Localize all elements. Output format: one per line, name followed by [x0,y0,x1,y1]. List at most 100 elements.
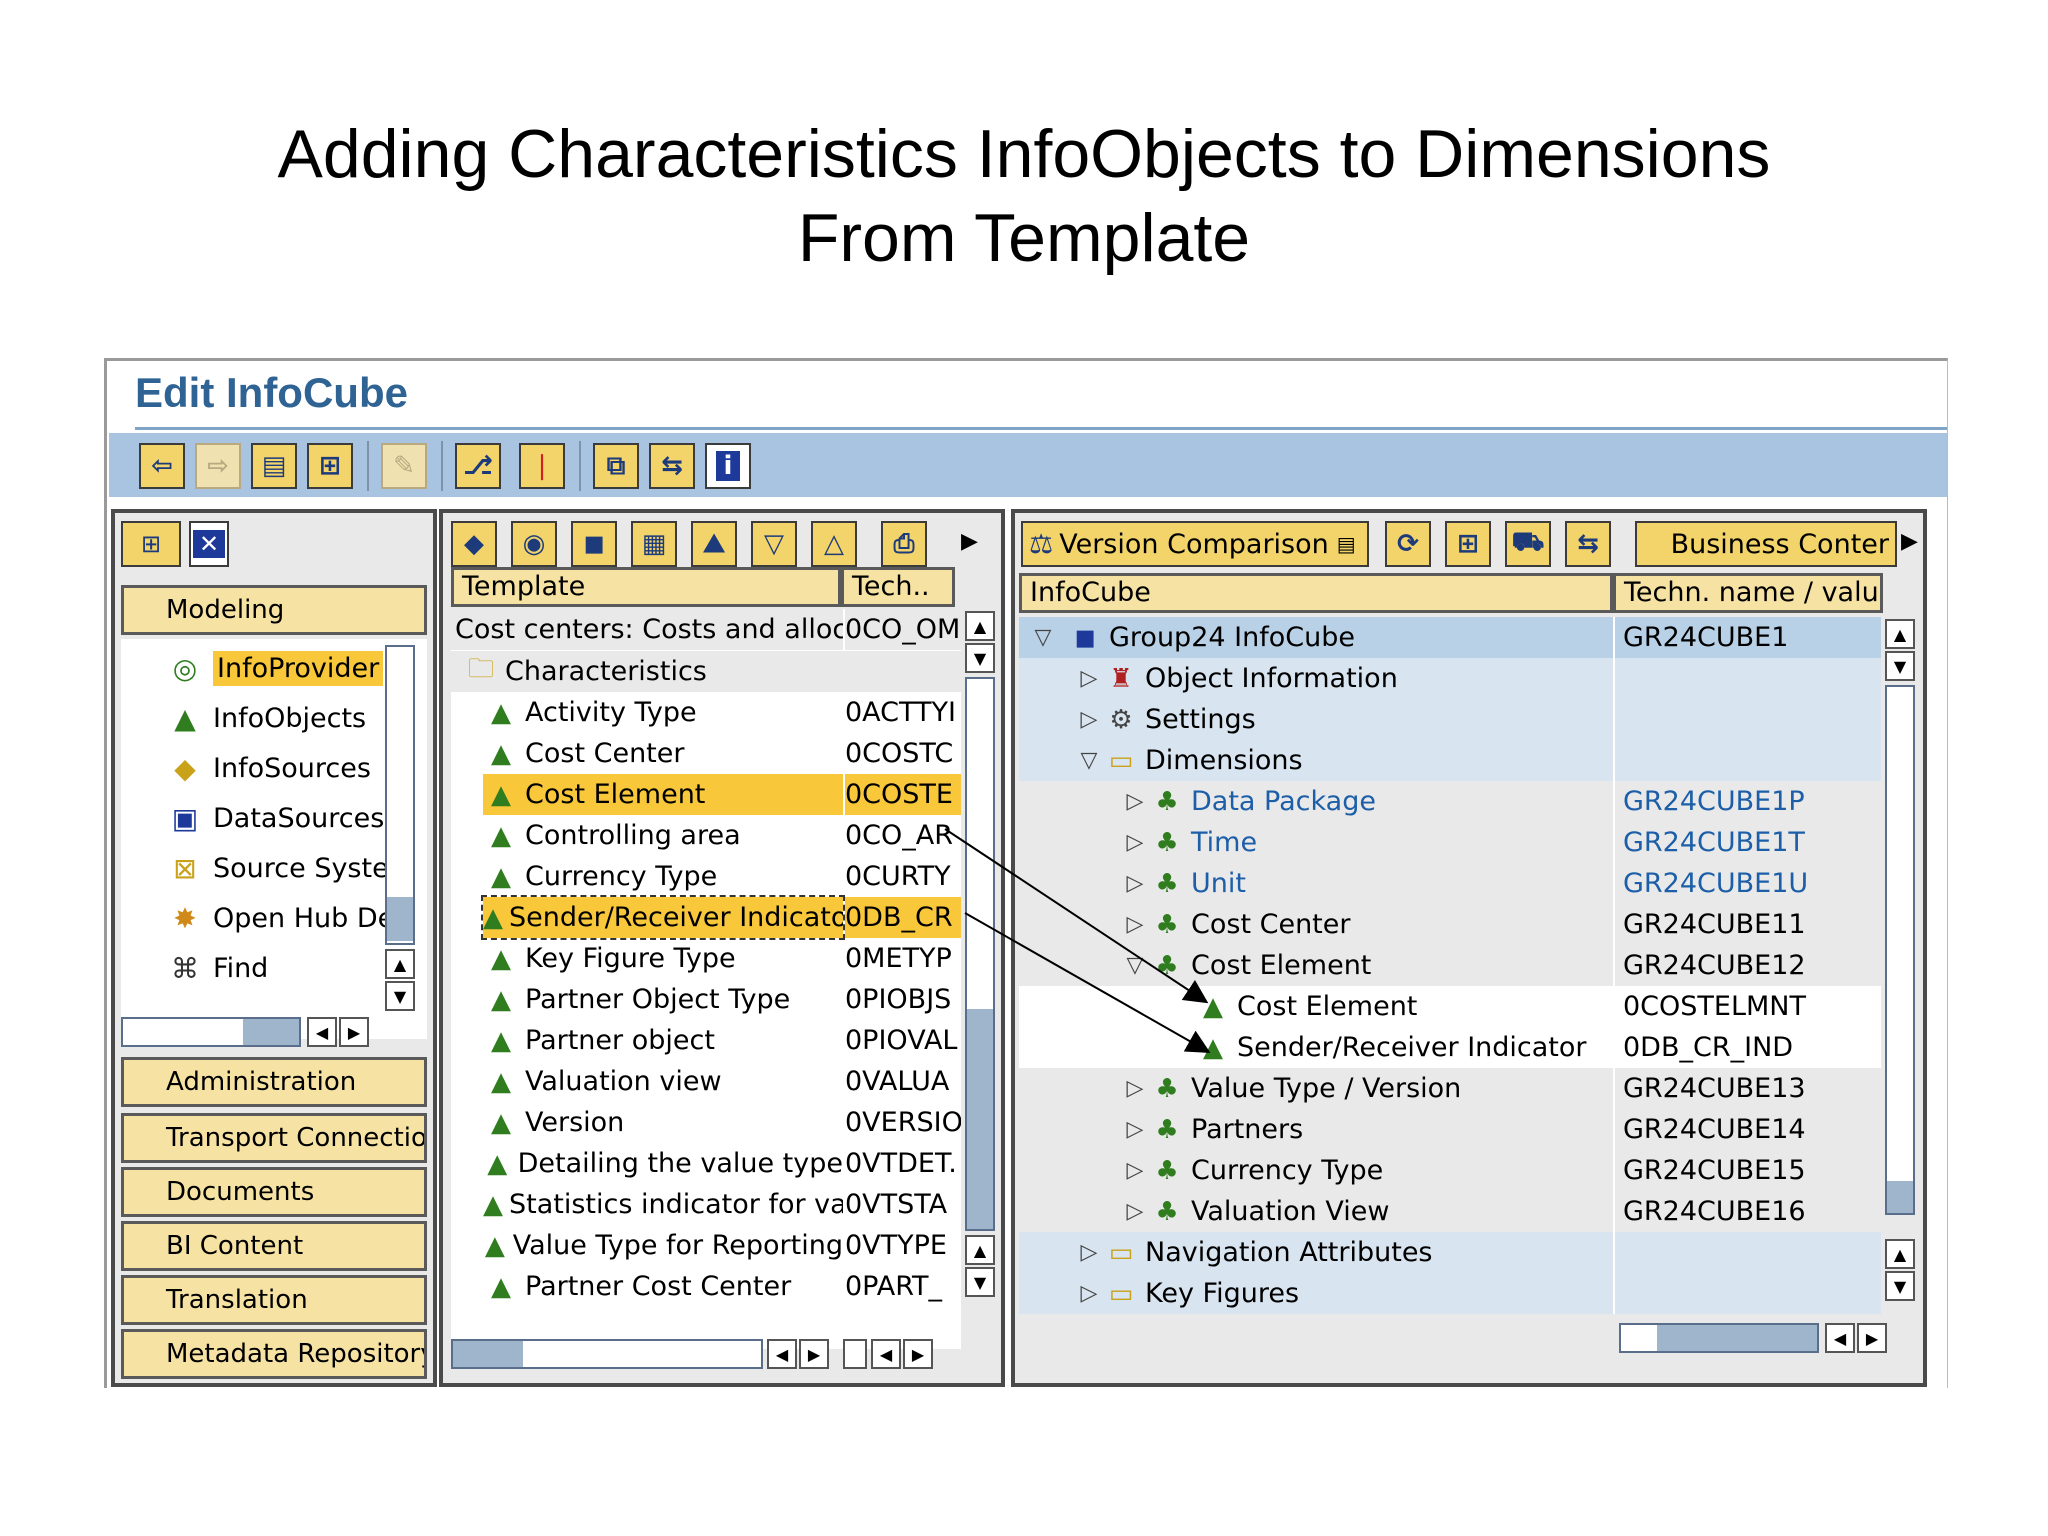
dimension-row[interactable]: ▷ ♣ Data Package [1121,781,1611,822]
forward-arrow-icon[interactable]: ⇨ [195,443,241,489]
nav-item-open-hub[interactable]: ✸ Open Hub De [165,897,394,939]
dimension-row-expanded[interactable]: ▽ ♣ Cost Element [1121,945,1611,986]
infocube-root-row[interactable]: ▽ ◼ Group24 InfoCube [1029,617,1609,658]
grid-icon[interactable]: ▦ [631,521,677,567]
scroll-up-icon[interactable]: ▲ [965,611,995,641]
scroll-down-icon[interactable]: ▼ [1885,1271,1915,1301]
database-icon[interactable]: ◉ [511,521,557,567]
scroll-left-icon[interactable]: ◀ [307,1017,337,1047]
scrollbar-thumb[interactable] [387,897,413,941]
scrollbar-thumb[interactable] [1657,1325,1817,1351]
info-icon[interactable]: i [705,443,751,489]
nav-item-infoobjects[interactable]: ▲ InfoObjects [165,697,366,739]
template-root-row[interactable]: Cost centers: Costs and allocat [451,609,843,650]
section-modeling[interactable]: Modeling [121,585,427,635]
assigned-characteristic-row[interactable]: ▲ Cost Element [1195,986,1611,1027]
template-row-selected[interactable]: ▲ Cost Element [483,774,843,815]
template-row[interactable]: ▲ Partner Cost Center [483,1266,843,1307]
person-icon[interactable]: ⛰ [691,521,737,567]
dimension-row[interactable]: ▷ ♣ Time [1121,822,1611,863]
object-information-row[interactable]: ▷ ♜ Object Information [1075,658,1605,699]
template-row[interactable]: ▲ Detailing the value type [483,1143,843,1184]
tree-structure-icon[interactable]: ⊞ [1445,521,1491,567]
nav-item-source-systems[interactable]: ⊠ Source Syste [165,847,388,889]
version-comparison-button[interactable]: ⚖ Version Comparison ▤ [1021,521,1369,567]
template-vertical-scrollbar[interactable] [965,677,995,1231]
template-row-selected[interactable]: ▲ Sender/Receiver Indicato [481,895,845,940]
template-row[interactable]: ▲ Valuation view [483,1061,843,1102]
copy-objects-icon[interactable]: ⧉ [593,443,639,489]
more-arrow-icon[interactable]: ▶ [961,529,978,554]
nav-item-find[interactable]: ⌘ Find [165,947,268,989]
scroll-right-icon[interactable]: ▶ [799,1339,829,1369]
more-arrow-icon[interactable]: ▶ [1901,529,1918,554]
template-row[interactable]: ▲ Partner object [483,1020,843,1061]
column-header-infocube[interactable]: InfoCube [1019,573,1613,613]
list-view-icon[interactable]: ▤ [251,443,297,489]
column-header-techn-name[interactable]: Techn. name / value [1613,573,1883,613]
dimensions-folder-row[interactable]: ▽ ▭ Dimensions [1075,740,1605,781]
transfer-icon[interactable]: ⇆ [649,443,695,489]
column-header-tech[interactable]: Tech.. [841,567,955,607]
infoarea-icon[interactable]: ◆ [451,521,497,567]
scroll-left-icon[interactable]: ◀ [767,1339,797,1369]
template-row[interactable]: ▲ Value Type for Reporting [483,1225,843,1266]
hierarchy-icon[interactable]: ⎇ [455,443,501,489]
settings-row[interactable]: ▷ ⚙ Settings [1075,699,1605,740]
dimension-row[interactable]: ▷ ♣ Unit [1121,863,1611,904]
dimension-row[interactable]: ▷ ♣ Currency Type [1121,1150,1611,1191]
template-row[interactable]: ▲ Cost Center [483,733,843,774]
scrollbar-thumb[interactable] [243,1019,299,1045]
activate-icon[interactable]: ❘ [519,443,565,489]
template-row[interactable]: ▲ Key Figure Type [483,938,843,979]
characteristics-folder-row[interactable]: 🗀 Characteristics [451,651,961,692]
template-row[interactable]: ▲ Currency Type [483,856,843,897]
scroll-up-icon[interactable]: ▲ [385,949,415,979]
scroll-left-icon[interactable]: ◀ [1825,1323,1855,1353]
left-vertical-scrollbar[interactable] [385,645,415,945]
business-content-button[interactable]: Business Conter [1635,521,1897,567]
scroll-down-icon[interactable]: ▼ [385,981,415,1011]
scroll-field[interactable] [843,1339,867,1369]
dimension-row[interactable]: ▷ ♣ Partners [1121,1109,1611,1150]
dimension-row[interactable]: ▷ ♣ Cost Center [1121,904,1611,945]
scroll-right-icon[interactable]: ▶ [1857,1323,1887,1353]
close-panel-icon[interactable]: ✕ [189,521,229,567]
expand-all-icon[interactable]: ▽ [751,521,797,567]
nav-item-infosources[interactable]: ◆ InfoSources [165,747,371,789]
left-horizontal-scrollbar[interactable] [121,1017,301,1047]
template-row[interactable]: ▲ Partner Object Type [483,979,843,1020]
section-transport-connection[interactable]: Transport Connectio [121,1113,427,1163]
tree-structure-icon[interactable]: ⊞ [307,443,353,489]
scroll-up-icon[interactable]: ▲ [1885,619,1915,649]
template-horizontal-scrollbar[interactable] [451,1339,763,1369]
assigned-characteristic-row[interactable]: ▲ Sender/Receiver Indicator [1195,1027,1611,1068]
cube-icon[interactable]: ◼ [571,521,617,567]
navigation-attributes-row[interactable]: ▷ ▭ Navigation Attributes [1075,1232,1605,1273]
infocube-vertical-scrollbar[interactable] [1885,685,1915,1215]
scrollbar-thumb[interactable] [453,1341,523,1367]
section-documents[interactable]: Documents [121,1167,427,1217]
template-row[interactable]: ▲ Version [483,1102,843,1143]
dimension-row[interactable]: ▷ ♣ Value Type / Version [1121,1068,1611,1109]
nav-item-infoprovider[interactable]: ◎ InfoProvider [165,647,384,689]
refresh-icon[interactable]: ⟳ [1385,521,1431,567]
print-icon[interactable]: ⎙ [881,521,927,567]
template-row[interactable]: ▲ Statistics indicator for va [483,1184,843,1225]
scroll-down-icon[interactable]: ▼ [965,643,995,673]
section-metadata-repository[interactable]: Metadata Repository [121,1329,427,1379]
scroll-up-icon[interactable]: ▲ [965,1235,995,1265]
back-arrow-icon[interactable]: ⇦ [139,443,185,489]
template-row[interactable]: ▲ Controlling area [483,815,843,856]
template-row[interactable]: ▲ Activity Type [483,692,843,733]
transfer-icon[interactable]: ⇆ [1565,521,1611,567]
section-administration[interactable]: Administration [121,1057,427,1107]
infocube-horizontal-scrollbar[interactable] [1619,1323,1819,1353]
scroll-right-icon[interactable]: ▶ [339,1017,369,1047]
key-figures-row[interactable]: ▷ ▭ Key Figures [1075,1273,1605,1314]
transport-truck-icon[interactable]: ⛟ [1505,521,1551,567]
scroll-down-icon[interactable]: ▼ [965,1267,995,1297]
column-header-template[interactable]: Template [451,567,841,607]
collapse-all-icon[interactable]: △ [811,521,857,567]
section-translation[interactable]: Translation [121,1275,427,1325]
